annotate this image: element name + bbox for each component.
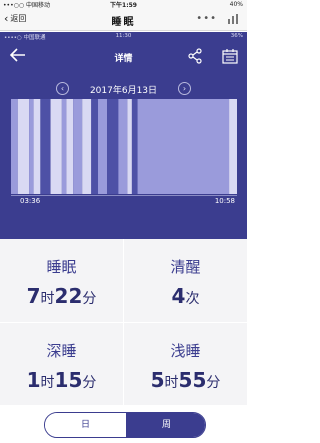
hours-value: 1 [26,368,41,392]
minutes-value: 15 [54,368,83,392]
sleep-segment-light [29,99,34,194]
share-icon[interactable] [187,48,203,64]
sleep-segment-awake [33,99,41,194]
sleep-stage-chart [11,99,237,194]
period-segmented-control: 日 周 [44,412,206,438]
sleep-segment-light [98,99,108,194]
stat-value: 4次 [124,284,247,308]
tab-day[interactable]: 日 [45,413,126,437]
sleep-segment-awake [17,99,30,194]
clock-label: 下午1:59 [110,2,137,9]
date-navigator: ‹ 2017年6月13日 › [0,80,247,98]
stat-label: 浅睡 [170,342,201,360]
minutes-value: 22 [54,284,83,308]
stat-deep-sleep: 深睡 1时15分 [0,323,123,406]
outer-nav-bar: ‹ 返回 睡眠 ••• [0,9,247,31]
stat-awake: 清醒 4次 [124,239,247,322]
chart-end-time: 10:58 [214,197,235,205]
next-day-button[interactable]: › [178,82,191,95]
minutes-unit: 分 [206,375,221,391]
bar-chart-icon[interactable] [227,14,239,24]
minutes-unit: 分 [82,375,97,391]
inner-battery-label: 36% [230,33,243,39]
minutes-unit: 分 [82,291,97,307]
sleep-segment-deep [91,99,99,194]
count-value: 4 [171,284,186,308]
count-unit: 次 [185,291,200,307]
chart-start-time: 03:36 [20,197,41,205]
calendar-icon[interactable] [222,49,238,64]
sleep-segment-awake [127,99,132,194]
stat-label: 清醒 [170,258,201,276]
sleep-segment-awake [66,99,74,194]
stat-value: 5时55分 [124,368,247,392]
hours-unit: 时 [40,291,55,307]
hours-unit: 时 [40,375,55,391]
hours-value: 7 [26,284,41,308]
sleep-segment-light [118,99,128,194]
os-status-bar: •••○○ 中国移动 下午1:59 40% [0,0,247,9]
sleep-segment-deep [40,99,51,194]
sleep-segment-light [61,99,67,194]
detail-title: 详情 [114,54,133,64]
tab-week[interactable]: 周 [126,413,205,437]
sleep-stats-grid: 睡眠 7时22分 清醒 4次 深睡 1时15分 浅睡 5时55分 [0,239,247,405]
chart-baseline [11,195,237,196]
stat-total-sleep: 睡眠 7时22分 [0,239,123,322]
inner-nav-bar: 详情 [0,46,247,68]
stat-label: 睡眠 [46,258,77,276]
inner-clock-label: 11:30 [115,33,132,39]
sleep-segment-deep [107,99,119,194]
hours-value: 5 [150,368,165,392]
sleep-segment-awake [229,99,237,194]
stat-value: 1时15分 [0,368,123,392]
sleep-segment-awake [50,99,62,194]
sleep-segment-light [137,99,230,194]
date-label: 2017年6月13日 [89,86,158,96]
sleep-segment-light [11,99,18,194]
grid-divider-horizontal [0,322,247,323]
hours-unit: 时 [164,375,179,391]
sleep-segment-awake [82,99,92,194]
sleep-segment-light [73,99,83,194]
stat-light-sleep: 浅睡 5时55分 [124,323,247,406]
more-dots-icon[interactable]: ••• [196,13,217,24]
sleep-segment-deep [131,99,138,194]
stat-label: 深睡 [46,342,77,360]
minutes-value: 55 [178,368,207,392]
battery-label: 40% [229,1,243,8]
inner-status-bar: ••••○ 中国联通 11:30 36% [0,32,247,41]
stat-value: 7时22分 [0,284,123,308]
period-tab-bar: 日 周 [0,405,247,443]
